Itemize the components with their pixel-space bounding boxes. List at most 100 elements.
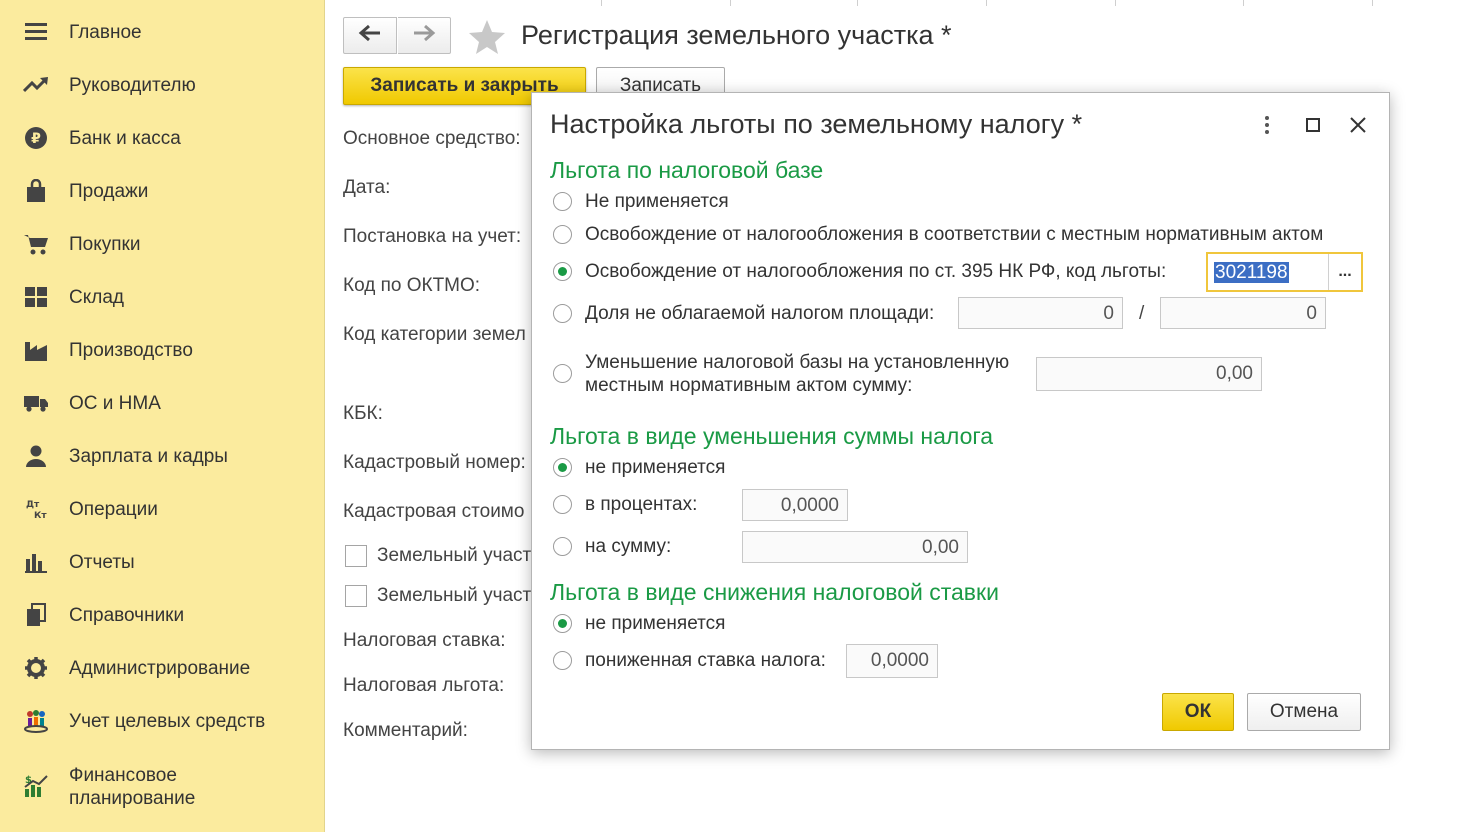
sidebar-item-label: Производство [69,339,193,361]
kbk-label: КБК: [343,403,383,424]
factory-icon [22,336,50,364]
date-label: Дата: [343,177,391,198]
sidebar-item-admin[interactable]: Администрирование [0,648,324,688]
cadastral-number-label: Кадастровый номер: [343,452,526,473]
sidebar-item-label: Справочники [69,604,185,626]
warehouse-icon [22,283,50,311]
cancel-button[interactable]: Отмена [1247,693,1361,731]
kt-text: Кт [34,511,47,521]
radio-reduction-not-applied[interactable] [553,458,572,477]
sidebar-item-label: Продажи [69,180,149,202]
arrow-right-icon [412,24,436,47]
registration-label: Постановка на учет: [343,226,522,247]
sidebar-item-label: Главное [69,21,142,43]
sidebar-item-warehouse[interactable]: Склад [0,277,324,317]
radio-label: Освобождение от налогообложения в соотве… [585,224,1324,245]
asset-label: Основное средство: [343,128,521,149]
reduced-rate-field[interactable]: 0,0000 [846,644,938,678]
person-icon [22,442,50,470]
forward-button[interactable] [398,17,451,54]
tax-benefit-label: Налоговая льгота: [343,675,505,696]
menu-icon [22,18,50,46]
share-numerator-field[interactable]: 0 [958,297,1123,329]
sidebar-item-references[interactable]: Справочники [0,595,324,635]
sidebar-item-operations[interactable]: Дт Кт Операции [0,489,324,529]
arrow-left-icon [358,24,382,47]
radio-rate-not-applied[interactable] [553,614,572,633]
sidebar-item-main[interactable]: Главное [0,12,324,52]
sidebar-item-production[interactable]: Производство [0,330,324,370]
page-title: Регистрация земельного участка * [521,20,952,50]
sidebar-item-label: Администрирование [69,657,251,679]
select-ellipsis-button[interactable]: ... [1328,254,1361,290]
benefit-code-value[interactable]: 3021198 [1214,262,1289,283]
close-icon[interactable] [1344,111,1372,139]
sidebar-item-label: Склад [69,286,124,308]
back-button[interactable] [343,17,397,54]
bar-chart-icon [22,548,50,576]
people-icon [22,707,50,735]
comment-label: Комментарий: [343,720,468,741]
oktmo-label: Код по ОКТМО: [343,275,481,296]
category-label: Код категории земел [343,324,526,345]
sidebar-item-label: ОС и НМА [69,392,161,414]
reduction-amount-field[interactable]: 0,00 [1036,357,1262,391]
radio-base-reduction[interactable] [553,364,572,383]
radio-label: Освобождение от налогообложения по ст. 3… [585,261,1167,282]
ruble-icon: ₽ [22,124,50,152]
plot-label-2: Земельный участ [377,585,532,606]
shopping-bag-icon [22,177,50,205]
section-tax-base: Льгота по налоговой базе [550,157,824,183]
sidebar-item-label: Операции [69,498,158,520]
finance-chart-icon: $ [22,772,50,800]
sidebar-item-label: Зарплата и кадры [69,445,228,467]
sidebar-item-purchases[interactable]: Покупки [0,224,324,264]
books-icon [22,601,50,629]
radio-label: в процентах: [585,494,698,515]
favorite-star-icon[interactable] [468,18,506,56]
sidebar-item-sales[interactable]: Продажи [0,171,324,211]
more-menu-icon[interactable] [1253,111,1281,139]
benefit-code-field[interactable]: 3021198 ... [1206,252,1363,292]
plot-label-1: Земельный участ [377,545,532,566]
percent-field[interactable]: 0,0000 [742,489,848,521]
radio-reduction-amount[interactable] [553,537,572,556]
dt-text: Дт [26,500,40,510]
radio-base-art395[interactable] [553,262,572,281]
radio-label: на сумму: [585,536,672,557]
tax-rate-label: Налоговая ставка: [343,630,506,651]
sidebar-item-assets[interactable]: ОС и НМА [0,383,324,423]
sidebar-item-target-funds[interactable]: Учет целевых средств [0,701,324,741]
plot-checkbox-1[interactable] [345,545,367,567]
sidebar-item-label: Учет целевых средств [69,710,266,732]
share-divider: / [1139,303,1145,324]
sidebar-item-director[interactable]: Руководителю [0,65,324,105]
svg-text:₽: ₽ [31,131,41,147]
share-denominator-field[interactable]: 0 [1160,297,1326,329]
radio-label: Не применяется [585,191,729,212]
radio-label: Доля не облагаемой налогом площади: [585,303,935,324]
cart-icon [22,230,50,258]
sidebar-item-salary[interactable]: Зарплата и кадры [0,436,324,476]
amount-field[interactable]: 0,00 [742,531,968,563]
sidebar-item-label: Покупки [69,233,141,255]
sidebar-item-label: Отчеты [69,551,135,573]
radio-label: не применяется [585,613,726,634]
sidebar-item-financial-planning[interactable]: $ Финансовое планирование [0,760,324,816]
radio-rate-reduced[interactable] [553,651,572,670]
sidebar-item-reports[interactable]: Отчеты [0,542,324,582]
radio-base-not-applied[interactable] [553,192,572,211]
radio-base-local-act[interactable] [553,225,572,244]
radio-reduction-percent[interactable] [553,495,572,514]
tab-strip [326,0,1459,6]
sidebar-item-bank[interactable]: ₽ Банк и касса [0,118,324,158]
dialog-title: Настройка льготы по земельному налогу * [550,109,1083,139]
sidebar: Главное Руководителю ₽ Банк и касса Прод… [0,0,325,832]
dt-kt-icon: Дт Кт [22,495,50,523]
cadastral-value-label: Кадастровая стоимо [343,501,525,522]
radio-base-share[interactable] [553,304,572,323]
ok-button[interactable]: ОК [1162,693,1234,731]
sidebar-item-label: Финансовое планирование [69,765,196,809]
plot-checkbox-2[interactable] [345,585,367,607]
maximize-icon[interactable] [1299,111,1327,139]
